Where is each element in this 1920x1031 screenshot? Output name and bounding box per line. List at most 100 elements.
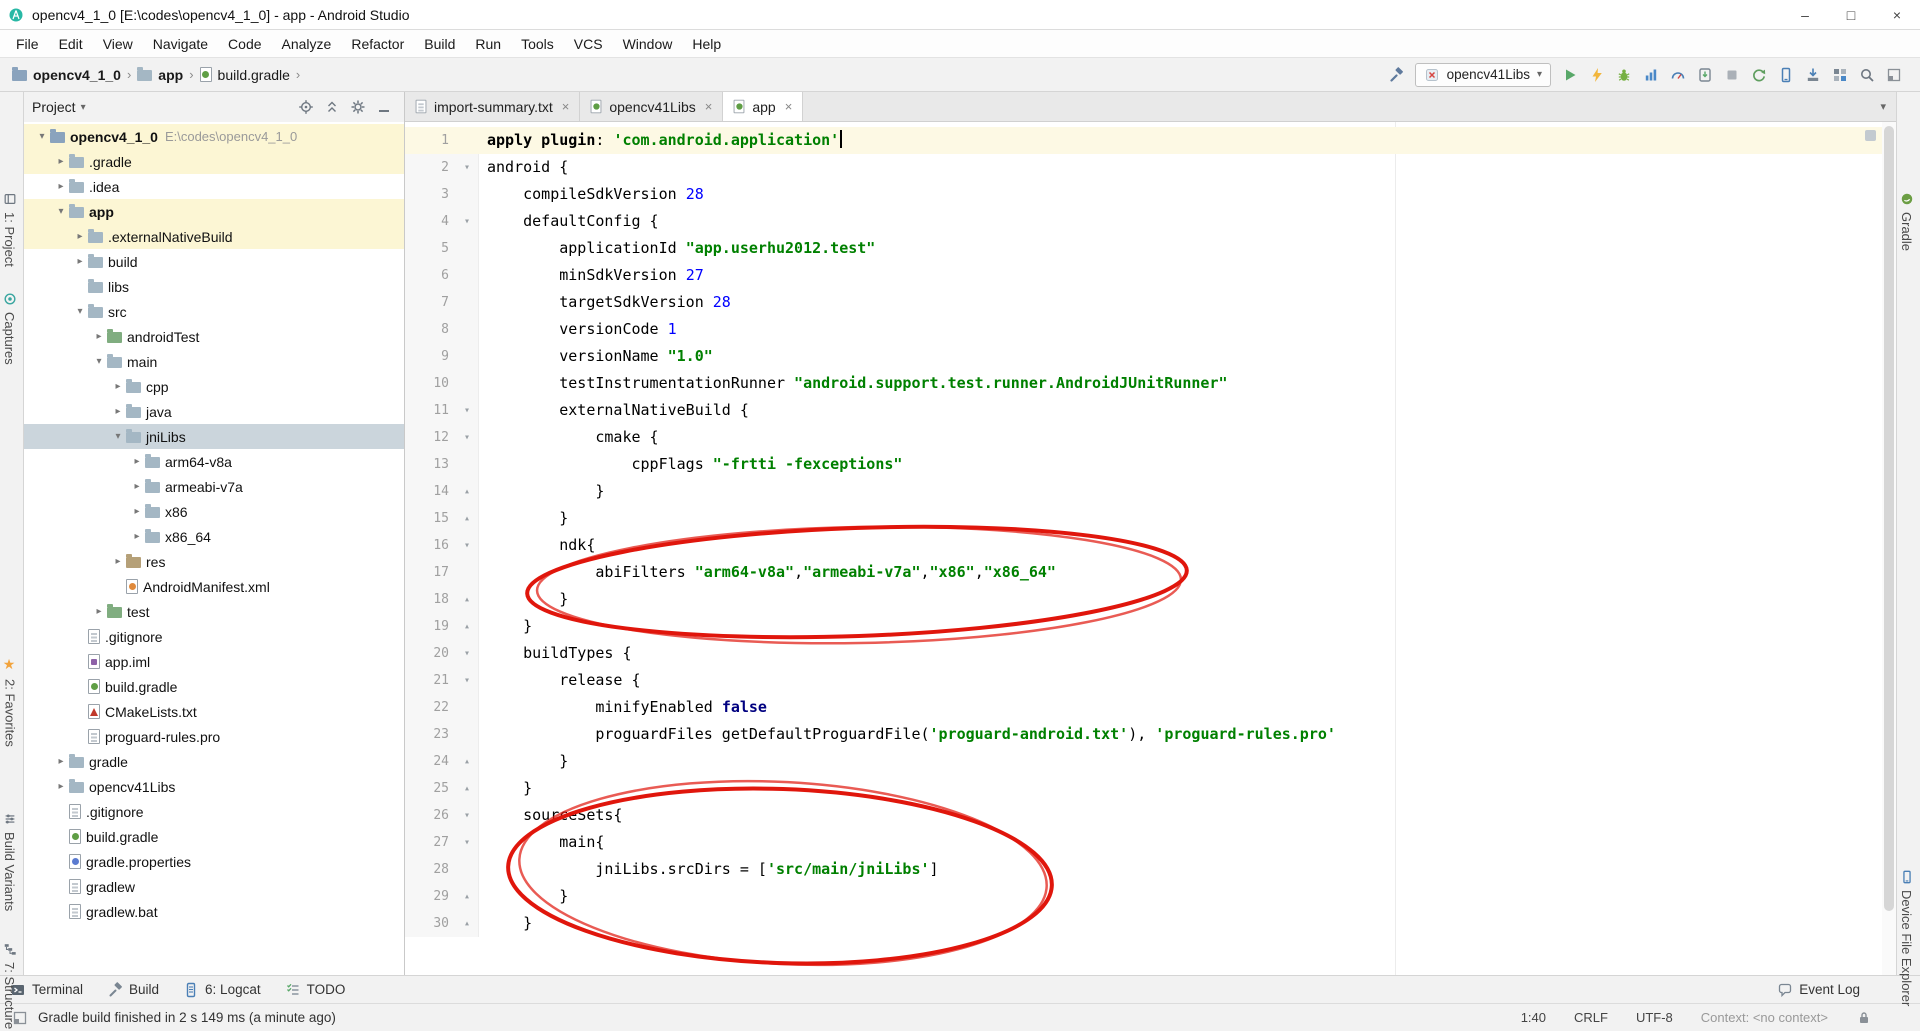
scrollbar-thumb[interactable] — [1884, 126, 1894, 911]
profiler-icon[interactable] — [1643, 67, 1659, 83]
tree-item-externalnativebuild[interactable]: ▸.externalNativeBuild — [24, 224, 404, 249]
toolstrip-2-favorites[interactable]: ★2: Favorites — [2, 657, 18, 747]
sync-icon[interactable] — [1751, 67, 1767, 83]
tree-item-test[interactable]: ▸test — [24, 599, 404, 624]
toolwindow-tab-build[interactable]: Build — [107, 982, 159, 998]
fold-end-icon[interactable]: ▴ — [457, 910, 477, 937]
toolwindow-tab-terminal[interactable]: Terminal — [10, 982, 83, 998]
chevron-right-icon[interactable]: ▸ — [91, 606, 107, 617]
editor-scrollbar[interactable] — [1882, 122, 1896, 975]
tree-item-app-iml[interactable]: app.iml — [24, 649, 404, 674]
code-line-3[interactable]: 3 compileSdkVersion 28 — [405, 181, 1896, 208]
toolwindow-toggle-icon[interactable] — [1886, 67, 1902, 83]
tree-item-build-gradle[interactable]: build.gradle — [24, 824, 404, 849]
tree-item-opencv41libs[interactable]: ▸opencv41Libs — [24, 774, 404, 799]
chevron-right-icon[interactable]: ▸ — [110, 556, 126, 567]
coverage-icon[interactable] — [1670, 67, 1686, 83]
fold-collapse-icon[interactable]: ▾ — [457, 208, 477, 235]
fold-collapse-icon[interactable]: ▾ — [457, 397, 477, 424]
tree-item-armeabi-v7a[interactable]: ▸armeabi-v7a — [24, 474, 404, 499]
fold-end-icon[interactable]: ▴ — [457, 505, 477, 532]
menu-vcs[interactable]: VCS — [564, 36, 613, 52]
editor-tab-opencv41libs[interactable]: opencv41Libs× — [580, 92, 723, 121]
code-line-14[interactable]: 14▴ } — [405, 478, 1896, 505]
run-icon[interactable] — [1562, 67, 1578, 83]
build-hammer-icon[interactable] — [1388, 67, 1404, 83]
fold-end-icon[interactable]: ▴ — [457, 883, 477, 910]
tab-close-icon[interactable]: × — [705, 99, 713, 114]
menu-refactor[interactable]: Refactor — [341, 36, 414, 52]
tree-item-build-gradle[interactable]: build.gradle — [24, 674, 404, 699]
menu-build[interactable]: Build — [414, 36, 465, 52]
code-line-27[interactable]: 27▾ main{ — [405, 829, 1896, 856]
toolwindow-tab-todo[interactable]: TODO — [285, 982, 346, 998]
collapse-all-icon[interactable] — [324, 99, 340, 115]
minimize-button[interactable]: – — [1782, 0, 1828, 29]
menu-view[interactable]: View — [93, 36, 143, 52]
code-line-13[interactable]: 13 cppFlags "-frtti -fexceptions" — [405, 451, 1896, 478]
breadcrumb-item-app[interactable]: app — [137, 67, 183, 83]
chevron-right-icon[interactable]: ▸ — [53, 181, 69, 192]
menu-code[interactable]: Code — [218, 36, 271, 52]
chevron-down-icon[interactable]: ▾ — [72, 306, 88, 317]
fold-collapse-icon[interactable]: ▾ — [457, 829, 477, 856]
menu-run[interactable]: Run — [465, 36, 511, 52]
chevron-right-icon[interactable]: ▸ — [110, 406, 126, 417]
code-line-28[interactable]: 28 jniLibs.srcDirs = ['src/main/jniLibs'… — [405, 856, 1896, 883]
code-line-8[interactable]: 8 versionCode 1 — [405, 316, 1896, 343]
tree-item-gradle[interactable]: ▸gradle — [24, 749, 404, 774]
toolstrip-gradle[interactable]: Gradle — [1899, 192, 1914, 251]
menu-file[interactable]: File — [6, 36, 49, 52]
tree-item-gradle[interactable]: ▸.gradle — [24, 149, 404, 174]
fold-end-icon[interactable]: ▴ — [457, 748, 477, 775]
fold-collapse-icon[interactable]: ▾ — [457, 640, 477, 667]
tree-item-gradle-properties[interactable]: gradle.properties — [24, 849, 404, 874]
toolstrip-7-structure[interactable]: 7: Structure — [2, 942, 17, 1029]
chevron-right-icon[interactable]: ▸ — [53, 756, 69, 767]
tree-item-idea[interactable]: ▸.idea — [24, 174, 404, 199]
menu-navigate[interactable]: Navigate — [143, 36, 218, 52]
tree-item-libs[interactable]: libs — [24, 274, 404, 299]
code-line-17[interactable]: 17 abiFilters "arm64-v8a","armeabi-v7a",… — [405, 559, 1896, 586]
chevron-right-icon[interactable]: ▸ — [72, 256, 88, 267]
chevron-right-icon[interactable]: ▸ — [110, 381, 126, 392]
code-line-21[interactable]: 21▾ release { — [405, 667, 1896, 694]
code-line-22[interactable]: 22 minifyEnabled false — [405, 694, 1896, 721]
editor-tab-import-summary-txt[interactable]: import-summary.txt× — [405, 92, 580, 121]
tree-item-androidmanifest-xml[interactable]: AndroidManifest.xml — [24, 574, 404, 599]
fold-end-icon[interactable]: ▴ — [457, 775, 477, 802]
code-line-1[interactable]: 1apply plugin: 'com.android.application' — [405, 127, 1896, 154]
search-everywhere-icon[interactable] — [1859, 67, 1875, 83]
tab-close-icon[interactable]: × — [562, 99, 570, 114]
tab-close-icon[interactable]: × — [785, 99, 793, 114]
tree-item-gradlew-bat[interactable]: gradlew.bat — [24, 899, 404, 924]
status-1-40[interactable]: 1:40 — [1521, 1010, 1546, 1025]
stop-icon[interactable] — [1724, 67, 1740, 83]
code-line-5[interactable]: 5 applicationId "app.userhu2012.test" — [405, 235, 1896, 262]
toolstrip-captures[interactable]: Captures — [2, 292, 17, 365]
tree-item-src[interactable]: ▾src — [24, 299, 404, 324]
locate-icon[interactable] — [298, 99, 314, 115]
hide-icon[interactable] — [376, 99, 392, 115]
project-view-dropdown-icon[interactable]: ▾ — [81, 102, 86, 113]
menu-tools[interactable]: Tools — [511, 36, 564, 52]
tree-item-gitignore[interactable]: .gitignore — [24, 624, 404, 649]
toolstrip-1-project[interactable]: 1: Project — [2, 192, 17, 267]
breadcrumb-item-build-gradle[interactable]: build.gradle — [200, 67, 290, 83]
attach-debugger-icon[interactable] — [1697, 67, 1713, 83]
chevron-down-icon[interactable]: ▾ — [53, 206, 69, 217]
fold-collapse-icon[interactable]: ▾ — [457, 667, 477, 694]
tab-list-dropdown[interactable]: ▾ — [1880, 92, 1896, 121]
code-line-6[interactable]: 6 minSdkVersion 27 — [405, 262, 1896, 289]
code-line-24[interactable]: 24▴ } — [405, 748, 1896, 775]
code-line-7[interactable]: 7 targetSdkVersion 28 — [405, 289, 1896, 316]
close-button[interactable]: × — [1874, 0, 1920, 29]
code-line-2[interactable]: 2▾android { — [405, 154, 1896, 181]
tree-item-build[interactable]: ▸build — [24, 249, 404, 274]
code-area[interactable]: 1apply plugin: 'com.android.application'… — [405, 127, 1896, 937]
editor-tab-app[interactable]: app× — [723, 92, 803, 121]
settings-gear-icon[interactable] — [350, 99, 366, 115]
chevron-right-icon[interactable]: ▸ — [129, 481, 145, 492]
editor-body[interactable]: 1apply plugin: 'com.android.application'… — [405, 122, 1896, 975]
menu-help[interactable]: Help — [682, 36, 731, 52]
